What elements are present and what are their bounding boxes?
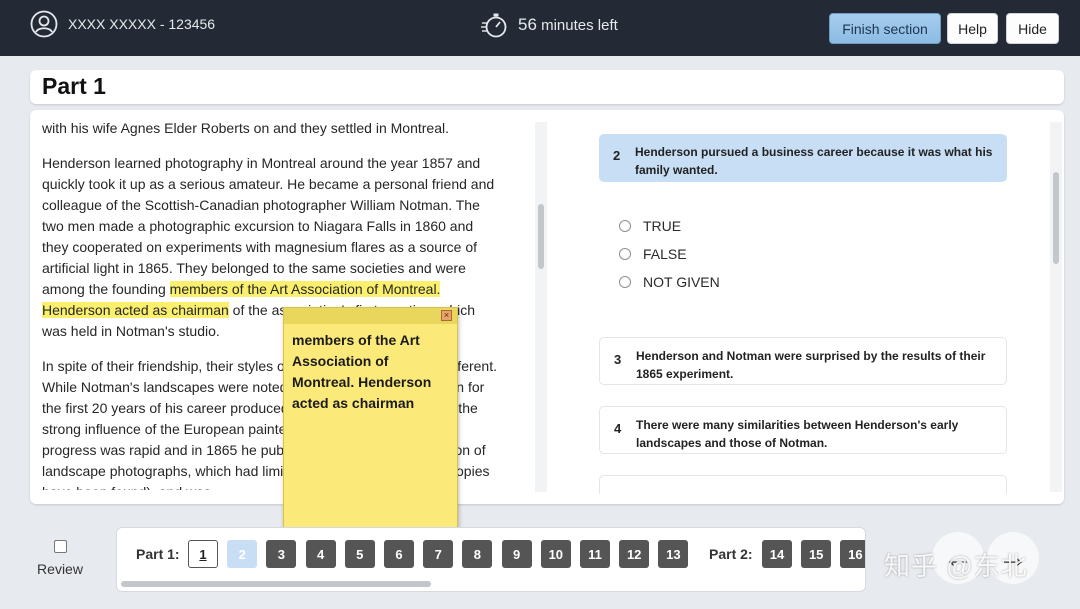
stopwatch-icon <box>481 13 507 38</box>
question-nav-button[interactable]: 1 <box>188 540 218 568</box>
passage-text: Henderson learned photography in Montrea… <box>42 155 495 297</box>
option-label: TRUE <box>643 218 682 234</box>
question-nav-button[interactable]: 7 <box>423 540 454 568</box>
timer-suffix: minutes left <box>536 17 618 34</box>
part-header: Part 1 <box>30 70 1064 104</box>
option-label: NOT GIVEN <box>643 274 720 290</box>
candidate-name: XXXX XXXXX - 123456 <box>68 16 216 32</box>
question-nav-button[interactable]: 11 <box>580 540 610 568</box>
radio-button[interactable] <box>619 276 631 288</box>
question-nav-button[interactable]: 3 <box>266 540 297 568</box>
time-remaining: 56 minutes left <box>518 15 618 35</box>
answer-options: TRUE FALSE NOT GIVEN <box>619 212 720 296</box>
sticky-note[interactable]: × members of the Art Association of Mont… <box>283 307 458 545</box>
question-3[interactable]: 3 Henderson and Notman were surprised by… <box>599 337 1007 385</box>
page-title: Part 1 <box>42 73 106 99</box>
question-nav-button[interactable]: 12 <box>619 540 650 568</box>
question-navigator: Part 1: 1 2 3 4 5 6 7 8 9 10 11 12 13 Part 2: 14 15 16 <box>116 527 866 592</box>
radio-button[interactable] <box>619 220 631 232</box>
questions-scrollbar-thumb[interactable] <box>1053 172 1059 264</box>
question-nav-button[interactable]: 10 <box>540 540 571 568</box>
finish-section-button[interactable]: Finish section <box>829 13 941 44</box>
part-2-label: Part 2: <box>709 546 753 562</box>
question-number: 4 <box>614 421 622 436</box>
question-nav-button[interactable]: 4 <box>305 540 336 568</box>
top-bar: XXXX XXXXX - 123456 56 minutes left Fini… <box>0 0 1080 56</box>
option-not-given[interactable]: NOT GIVEN <box>619 268 720 296</box>
questions-pane: 2 Henderson pursued a business career be… <box>599 134 1009 494</box>
navigator-scrollbar[interactable] <box>121 581 431 587</box>
option-label: FALSE <box>643 246 687 262</box>
question-nav-button[interactable]: 5 <box>344 540 375 568</box>
review-toggle[interactable]: Review <box>36 540 84 577</box>
review-label: Review <box>37 561 83 577</box>
help-button[interactable]: Help <box>947 13 998 44</box>
question-nav-button[interactable]: 9 <box>501 540 532 568</box>
question-number: 3 <box>614 352 622 367</box>
user-icon <box>30 10 58 38</box>
question-text: Henderson pursued a business career beca… <box>635 145 993 177</box>
hide-button[interactable]: Hide <box>1006 13 1059 44</box>
question-5[interactable] <box>599 475 1007 494</box>
question-nav-button[interactable]: 6 <box>384 540 414 568</box>
user-info: XXXX XXXXX - 123456 <box>30 10 215 38</box>
question-4[interactable]: 4 There were many similarities between H… <box>599 406 1007 454</box>
question-nav-button[interactable]: 13 <box>658 540 689 568</box>
question-nav-button[interactable]: 16 <box>840 540 865 568</box>
passage-scrollbar[interactable] <box>535 122 547 492</box>
timer-minutes: 56 <box>518 15 537 34</box>
radio-button[interactable] <box>619 248 631 260</box>
content-panel: with his wife Agnes Elder Roberts on and… <box>30 110 1064 504</box>
question-text: Henderson and Notman were surprised by t… <box>636 349 986 381</box>
timer: 56 minutes left <box>480 10 618 40</box>
part-1-label: Part 1: <box>136 546 180 562</box>
question-number: 2 <box>613 148 621 163</box>
note-header[interactable]: × <box>284 308 457 324</box>
watermark: 知乎 @东北 <box>884 551 1028 581</box>
passage-paragraph: with his wife Agnes Elder Roberts on and… <box>42 120 449 136</box>
passage-scrollbar-thumb[interactable] <box>538 204 544 269</box>
question-nav-button[interactable]: 8 <box>462 540 493 568</box>
review-checkbox[interactable] <box>53 540 67 553</box>
question-2[interactable]: 2 Henderson pursued a business career be… <box>599 134 1007 182</box>
option-true[interactable]: TRUE <box>619 212 720 240</box>
note-text[interactable]: members of the Art Association of Montre… <box>284 324 457 420</box>
question-text: There were many similarities between Hen… <box>636 418 959 450</box>
option-false[interactable]: FALSE <box>619 240 720 268</box>
question-nav-button[interactable]: 15 <box>801 540 832 568</box>
question-nav-button[interactable]: 14 <box>762 540 792 568</box>
close-icon[interactable]: × <box>441 310 452 321</box>
question-nav-button[interactable]: 2 <box>227 540 258 568</box>
